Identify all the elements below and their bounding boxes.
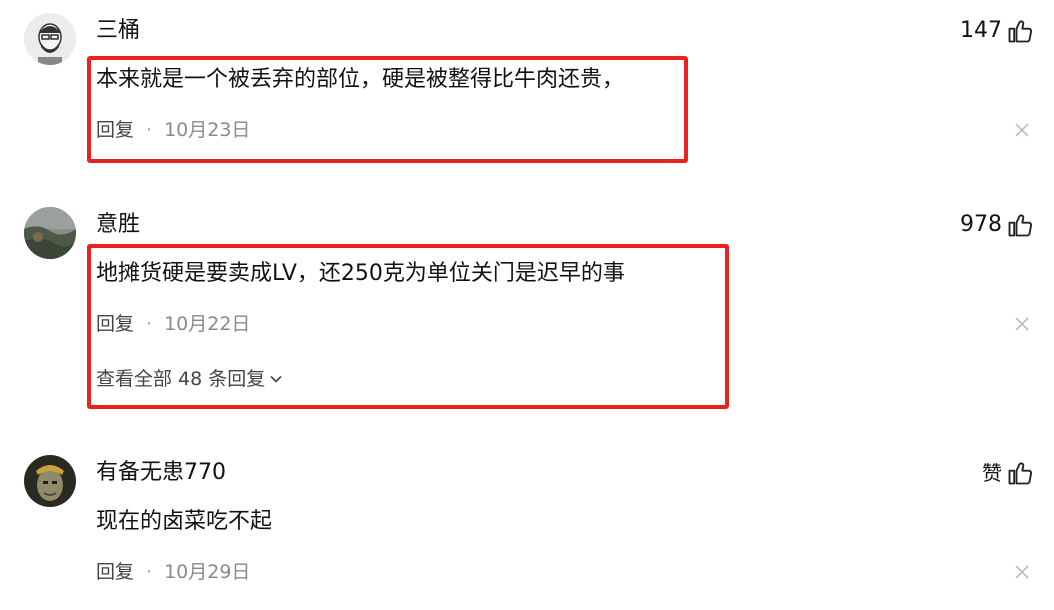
reply-button[interactable]: 回复 [96,310,134,338]
avatar-photo [24,455,76,507]
close-icon [1015,565,1029,579]
avatar[interactable] [24,207,76,259]
thumbs-up-icon [1008,20,1033,43]
like-button[interactable]: 147 [960,16,1034,46]
comment-date: 10月22日 [164,313,251,335]
comment-meta: 回复 · 10月23日 [96,116,250,144]
like-button[interactable]: 978 [960,210,1034,240]
comment-date: 10月23日 [164,119,251,141]
separator-dot: · [146,119,153,141]
like-count: 147 [960,18,1002,43]
reply-button[interactable]: 回复 [96,116,134,144]
avatar[interactable] [24,13,76,65]
chevron-down-icon [270,375,282,383]
comment-meta: 回复 · 10月22日 [96,310,250,338]
close-button[interactable] [1014,564,1030,580]
close-icon [1015,317,1029,331]
comment-author[interactable]: 意胜 [96,210,140,240]
avatar[interactable] [24,455,76,507]
like-count: 978 [960,212,1002,237]
thumbs-up-icon [1008,214,1033,237]
comment-text: 地摊货硬是要卖成LV，还250克为单位关门是迟早的事 [96,261,625,286]
avatar-photo [24,207,76,259]
view-all-replies-button[interactable]: 查看全部 48 条回复 [96,365,283,393]
comment-author[interactable]: 有备无患770 [96,458,226,488]
reply-button[interactable]: 回复 [96,558,134,586]
like-button[interactable]: 赞 [982,458,1034,488]
comment-meta: 回复 · 10月29日 [96,558,250,586]
comment-text: 本来就是一个被丢弃的部位，硬是被整得比牛肉还贵， [96,67,625,92]
comment-date: 10月29日 [164,561,251,583]
close-icon [1015,123,1029,137]
separator-dot: · [146,561,153,583]
like-count: 赞 [982,461,1002,485]
thumbs-up-icon [1008,462,1033,485]
close-button[interactable] [1014,122,1030,138]
close-button[interactable] [1014,316,1030,332]
avatar-illustration [24,13,76,65]
separator-dot: · [146,313,153,335]
comment-author[interactable]: 三桶 [96,16,140,46]
comment-text: 现在的卤菜吃不起 [96,509,273,534]
view-all-replies-label: 查看全部 48 条回复 [96,368,266,390]
